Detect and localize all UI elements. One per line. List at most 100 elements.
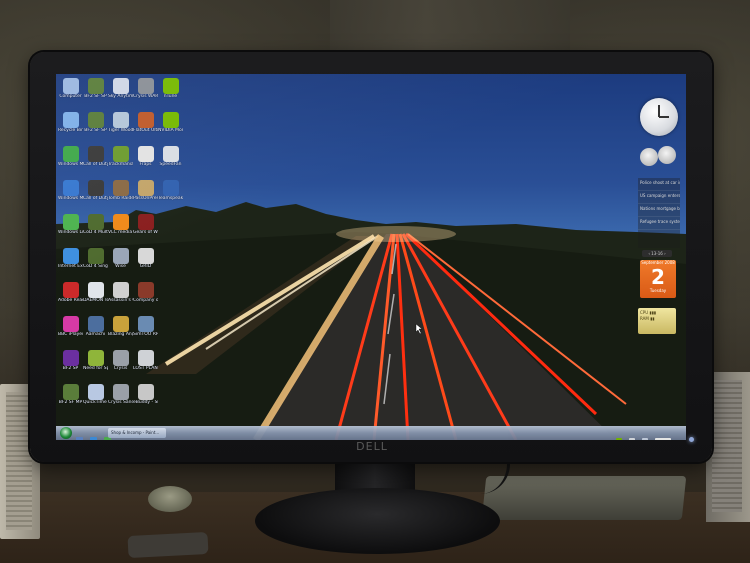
taskbar: Shop & Incomp - Paint...: [56, 426, 686, 440]
desktop-shortcut[interactable]: Call of Duty(R) 2...: [83, 180, 108, 201]
game-icon: [112, 384, 129, 400]
desktop-shortcut-label: CoD 4 Multiplayer: [83, 230, 108, 235]
app-icon: [87, 316, 104, 332]
desktop-shortcut[interactable]: Fraps: [133, 146, 158, 167]
desktop-shortcut[interactable]: Crysis WARHEAD: [133, 78, 158, 99]
feed-headline[interactable]: Refugee trace system...: [638, 217, 680, 230]
game-icon: [137, 214, 154, 230]
fraps-icon: [137, 146, 154, 162]
desktop-shortcut[interactable]: VLC media player: [108, 214, 133, 235]
desktop-shortcut[interactable]: Assassin's Creed: [108, 282, 133, 303]
desktop-shortcut-label: Crysis: [113, 366, 128, 371]
right-speaker: [706, 372, 750, 522]
feed-headline[interactable]: Police shoot at car in...: [638, 178, 680, 191]
desktop-shortcut[interactable]: eBuddy - Shortcut: [133, 384, 158, 405]
desktop-shortcut[interactable]: SimTOO RPGS: [133, 316, 158, 337]
desktop-shortcut[interactable]: Sky Anytime: [108, 78, 133, 99]
desktop-shortcut[interactable]: BF2 SP: [58, 350, 83, 371]
desktop-shortcut-label: Aamachi: [85, 332, 106, 337]
desktop-shortcut[interactable]: GRID: [133, 248, 158, 269]
game-icon: [87, 112, 104, 128]
clock-gadget[interactable]: [640, 98, 678, 136]
desktop-shortcut[interactable]: BF2 SF MP: [58, 384, 83, 405]
game-icon: [112, 180, 129, 196]
desktop-shortcut[interactable]: CoD 4 Singleplayer: [83, 248, 108, 269]
internet-explorer-icon[interactable]: [90, 437, 98, 440]
iplayer-icon: [62, 316, 79, 332]
desktop-shortcut[interactable]: Call of Duty(R) 2...: [83, 146, 108, 167]
desktop-shortcut[interactable]: Tiger Woods PGA TOUR 07: [108, 112, 133, 133]
recycle-bin-icon: [62, 112, 79, 128]
calendar-gadget[interactable]: September 2008 2 Tuesday: [640, 260, 676, 298]
power-led-icon[interactable]: [689, 437, 694, 442]
desktop-shortcut[interactable]: PassOnPress - Shortcut: [133, 180, 158, 201]
desktop-shortcut[interactable]: Internet Explorer: [58, 248, 83, 269]
desktop-shortcut-label: Need for Speed...: [83, 366, 108, 371]
feed-headline[interactable]: US campaign enters...: [638, 191, 680, 204]
slideshow-photo: [658, 146, 676, 164]
game-icon: [137, 316, 154, 332]
taskbar-window-button[interactable]: Shop & Incomp - Paint...: [108, 428, 166, 438]
desktop-shortcut[interactable]: Crysis Sandb...: [108, 384, 133, 405]
desktop-shortcut[interactable]: Tomb Raider - Anniversary: [108, 180, 133, 201]
desktop-shortcut[interactable]: BF2 SF SP: [83, 112, 108, 133]
game-icon: [87, 350, 104, 366]
desktop-shortcut-label: Tiger Woods PGA TOUR 07: [108, 128, 133, 133]
desktop-shortcut[interactable]: Computer: [58, 78, 83, 99]
desktop-shortcut[interactable]: CoD 4 Multiplayer: [83, 214, 108, 235]
horizon-glow: [336, 226, 456, 242]
desktop-shortcut[interactable]: Gears of War for Windows: [133, 214, 158, 235]
game-icon: [87, 214, 104, 230]
feed-headline[interactable]: Nations mortgage bailout...: [638, 204, 680, 217]
desktop-shortcut[interactable]: FlatOut Ultima...: [133, 112, 158, 133]
desktop-shortcut[interactable]: Wise: [108, 248, 133, 269]
desktop-shortcut-label: nTune: [163, 94, 178, 99]
desktop-shortcut-label: Call of Duty(R) 2...: [83, 162, 108, 167]
desktop-shortcut[interactable]: Need for Speed...: [83, 350, 108, 371]
game-icon: [137, 112, 154, 128]
desktop-shortcut[interactable]: Trackmania...: [108, 146, 133, 167]
desktop-shortcut[interactable]: Aamachi: [83, 316, 108, 337]
game-icon: [87, 146, 104, 162]
desktop-shortcut[interactable]: nTune: [158, 78, 183, 99]
game-icon: [137, 78, 154, 94]
clock-tray[interactable]: [655, 438, 672, 440]
monitor-stand-base: [255, 488, 500, 554]
slideshow-gadget[interactable]: [638, 146, 680, 170]
desktop-shortcut-label: Tomb Raider - Anniversary: [108, 196, 133, 201]
desktop-shortcut[interactable]: Adobe Reader 9: [58, 282, 83, 303]
desktop-shortcut[interactable]: Company of Heroes: [133, 282, 158, 303]
desktop-shortcut[interactable]: LOST PLANET...: [133, 350, 158, 371]
game-icon: [112, 316, 129, 332]
desktop-shortcut-label: BF2 SP: [62, 366, 79, 371]
desktop-shortcut[interactable]: Blazing Angels 2: [108, 316, 133, 337]
feed-nav[interactable]: ‹ 13-16 ›: [642, 250, 672, 257]
desktop-shortcut[interactable]: Crysis: [108, 350, 133, 371]
desktop-shortcut[interactable]: Windows Media Player: [58, 180, 83, 201]
quicktime-icon: [87, 384, 104, 400]
desktop-shortcut[interactable]: BBC iPlayer Downloa...: [58, 316, 83, 337]
internet-explorer-icon: [62, 248, 79, 264]
desktop-shortcut-label: Crysis Sandb...: [108, 400, 133, 405]
show-desktop-icon[interactable]: [76, 437, 83, 440]
desktop-shortcut[interactable]: Windows Media Center: [58, 146, 83, 167]
desktop-shortcut-label: VLC media player: [108, 230, 133, 235]
volume-icon[interactable]: [642, 438, 649, 440]
desktop-shortcut[interactable]: Windows Live Mess...: [58, 214, 83, 235]
nvidia-icon: [162, 78, 179, 94]
desktop-shortcut[interactable]: DAEMON Tools Lite: [83, 282, 108, 303]
cpu-meter-gadget[interactable]: CPU ▮▮▮ RAM ▮▮: [638, 308, 676, 334]
desktop-shortcut-label: PassOnPress - Shortcut: [133, 196, 158, 201]
desktop-shortcut[interactable]: NVIDIA Monitor: [158, 112, 183, 133]
desktop-shortcut[interactable]: QuickTime Player: [83, 384, 108, 405]
desktop-shortcut[interactable]: SpeedFan: [158, 146, 183, 167]
feed-headlines-gadget[interactable]: Police shoot at car in...US campaign ent…: [638, 178, 680, 248]
desktop-shortcut[interactable]: Teamspeak 2 RC2: [158, 180, 183, 201]
nvidia-tray-icon[interactable]: [616, 438, 622, 440]
network-icon[interactable]: [629, 438, 636, 440]
desktop-shortcut[interactable]: Recycle Bin: [58, 112, 83, 133]
game-icon: [112, 350, 129, 366]
start-button-icon[interactable]: [60, 427, 72, 439]
desktop-shortcut[interactable]: BF2 SF SP: [83, 78, 108, 99]
desktop-shortcut-label: Call of Duty(R) 2...: [83, 196, 108, 201]
